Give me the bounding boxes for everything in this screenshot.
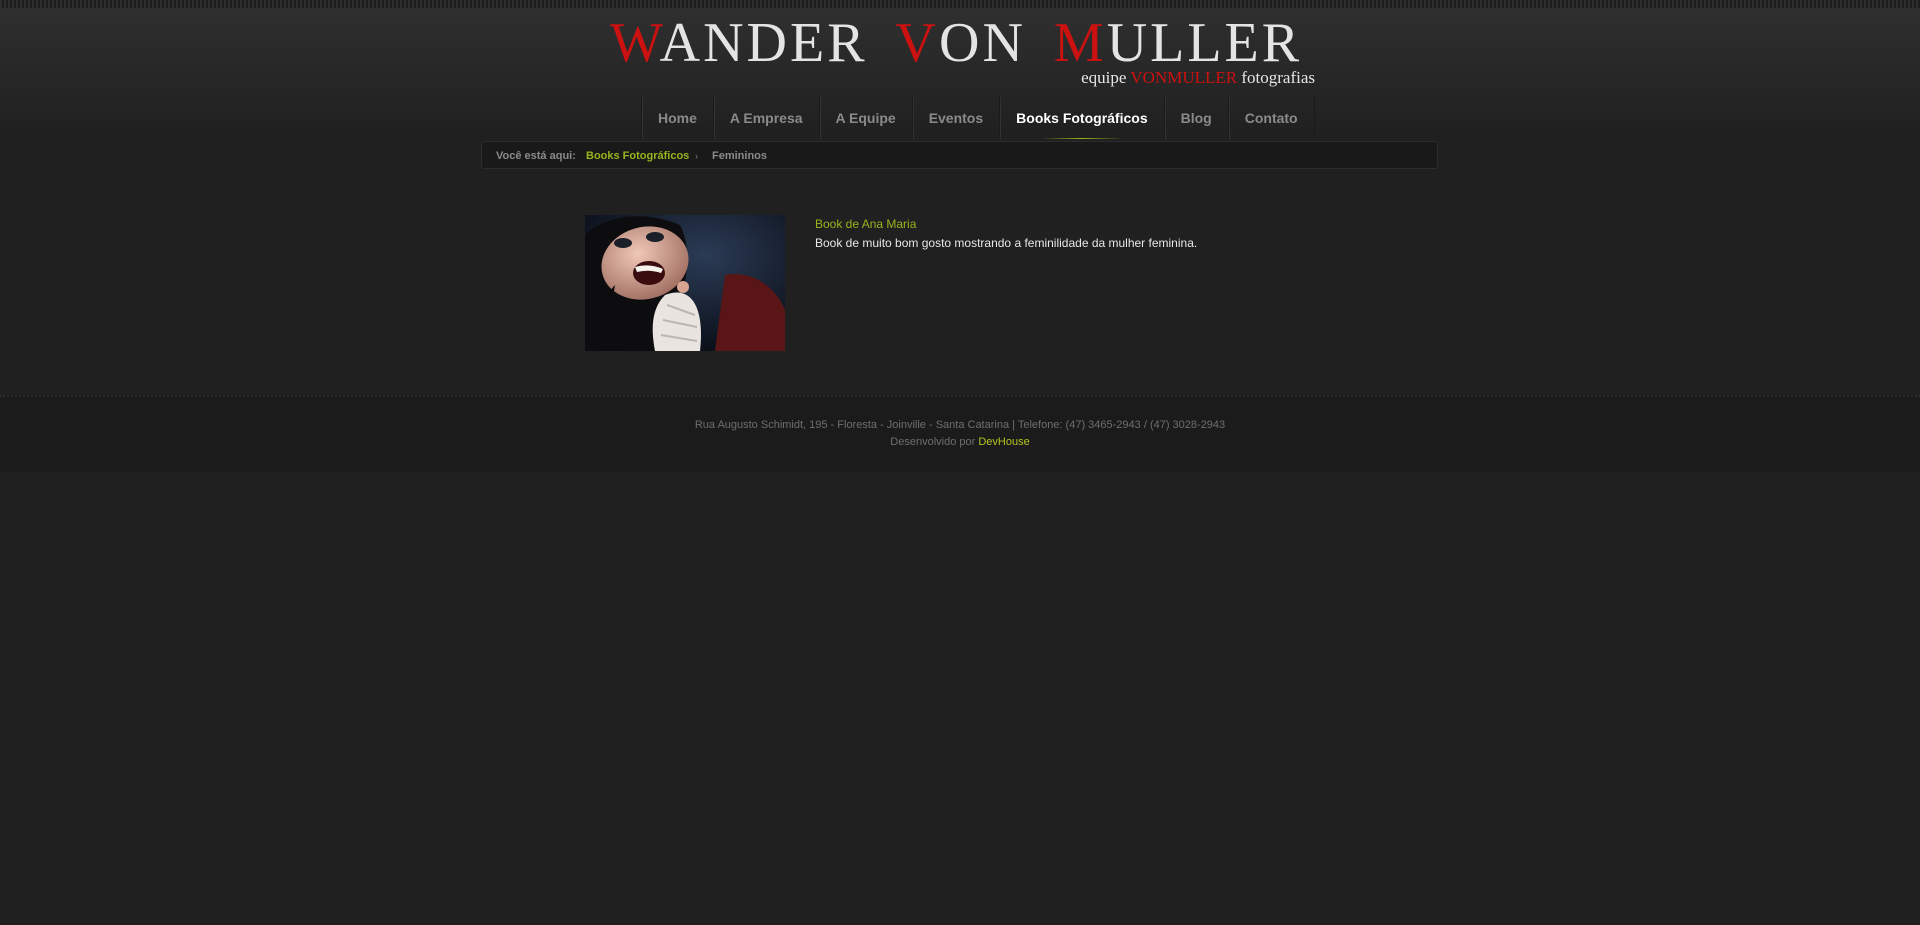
logo-title: WANDER VON MULLER (610, 12, 1302, 74)
breadcrumb: Você está aqui: Books Fotográficos › Fem… (481, 141, 1438, 169)
nav-item-a-empresa[interactable]: A Empresa (714, 97, 820, 139)
site-footer: Rua Augusto Schimidt, 195 - Floresta - J… (0, 395, 1920, 472)
nav-item-blog[interactable]: Blog (1165, 97, 1229, 139)
footer-address: Rua Augusto Schimidt, 195 - Floresta - J… (694, 419, 1226, 431)
top-border (0, 0, 1920, 8)
logo-word-3: MULLER (1053, 12, 1303, 74)
site-logo[interactable]: WANDER VON MULLER equipe VONMULLER fotogra… (610, 12, 1315, 92)
nav-item-eventos[interactable]: Eventos (913, 97, 1001, 139)
site-header: WANDER VON MULLER equipe VONMULLER fotogra… (0, 8, 1920, 139)
nav-item-books-fotograficos[interactable]: Books Fotográficos (1000, 97, 1165, 139)
breadcrumb-link-books[interactable]: Books Fotográficos (586, 142, 689, 170)
nav-item-a-equipe[interactable]: A Equipe (820, 97, 913, 139)
logo-subtitle: equipe VONMULLER fotografias (1081, 68, 1315, 87)
footer-developed-by-label: Desenvolvido por (890, 436, 976, 448)
breadcrumb-label: Você está aqui: (496, 150, 576, 162)
logo-word-1: WANDER (610, 12, 868, 74)
developer-link[interactable]: DevHouse (978, 436, 1029, 448)
book-title-link[interactable]: Book de Ana Maria (815, 217, 916, 231)
breadcrumb-separator-icon: › (695, 151, 698, 161)
breadcrumb-current: Femininos (712, 150, 768, 162)
book-thumbnail-photo (585, 215, 785, 351)
book-thumbnail[interactable] (585, 215, 785, 351)
nav-item-contato[interactable]: Contato (1229, 97, 1315, 139)
book-description: Book de muito bom gosto mostrando a femi… (815, 236, 1198, 250)
footer-credits: Desenvolvido por DevHouse (0, 436, 1920, 448)
logo-word-2: VON (895, 12, 1026, 74)
nav-item-home[interactable]: Home (642, 97, 714, 139)
main-nav: Home A Empresa A Equipe Eventos Books Fo… (641, 97, 1315, 139)
